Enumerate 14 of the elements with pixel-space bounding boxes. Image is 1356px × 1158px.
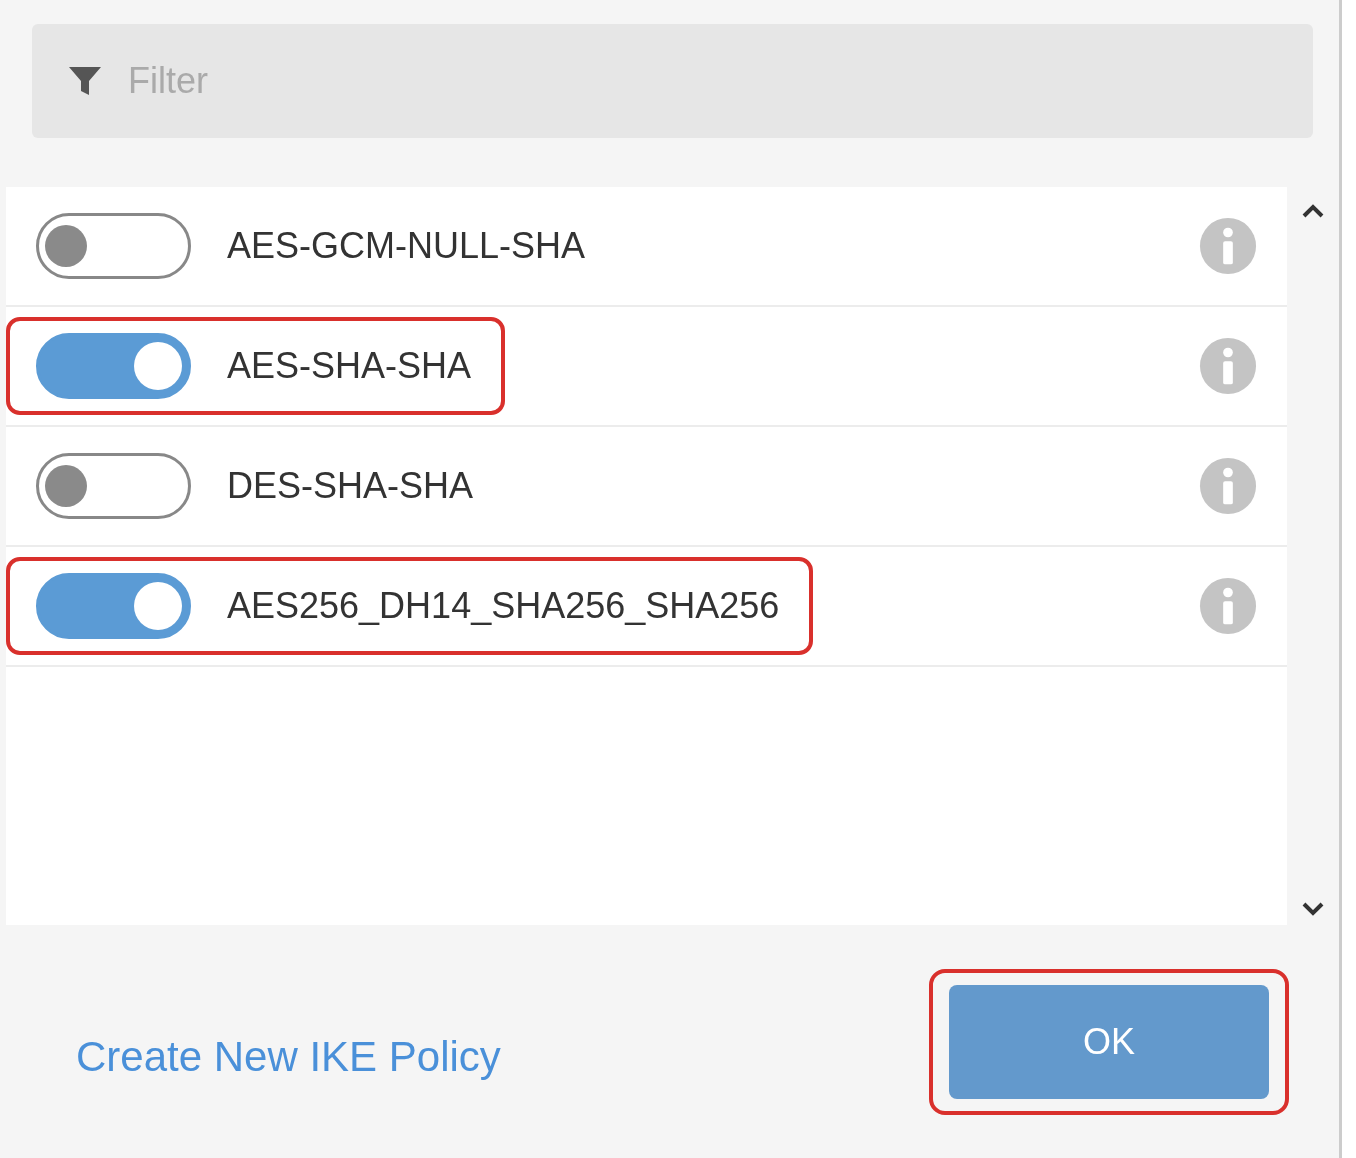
info-icon[interactable]	[1199, 457, 1257, 515]
item-label: DES-SHA-SHA	[227, 465, 474, 507]
filter-field[interactable]: Filter	[32, 24, 1313, 138]
item-label: AES256_DH14_SHA256_SHA256	[227, 585, 780, 627]
info-icon[interactable]	[1199, 337, 1257, 395]
scroll-down-icon[interactable]	[1301, 901, 1325, 917]
filter-icon	[68, 64, 102, 98]
ok-button[interactable]: OK	[949, 984, 1269, 1099]
scroll-up-icon[interactable]	[1301, 203, 1325, 219]
item-label: AES-SHA-SHA	[227, 345, 472, 387]
info-icon[interactable]	[1199, 217, 1257, 275]
info-icon[interactable]	[1199, 577, 1257, 635]
create-policy-link[interactable]: Create New IKE Policy	[76, 1032, 501, 1081]
item-label: AES-GCM-NULL-SHA	[227, 225, 586, 267]
